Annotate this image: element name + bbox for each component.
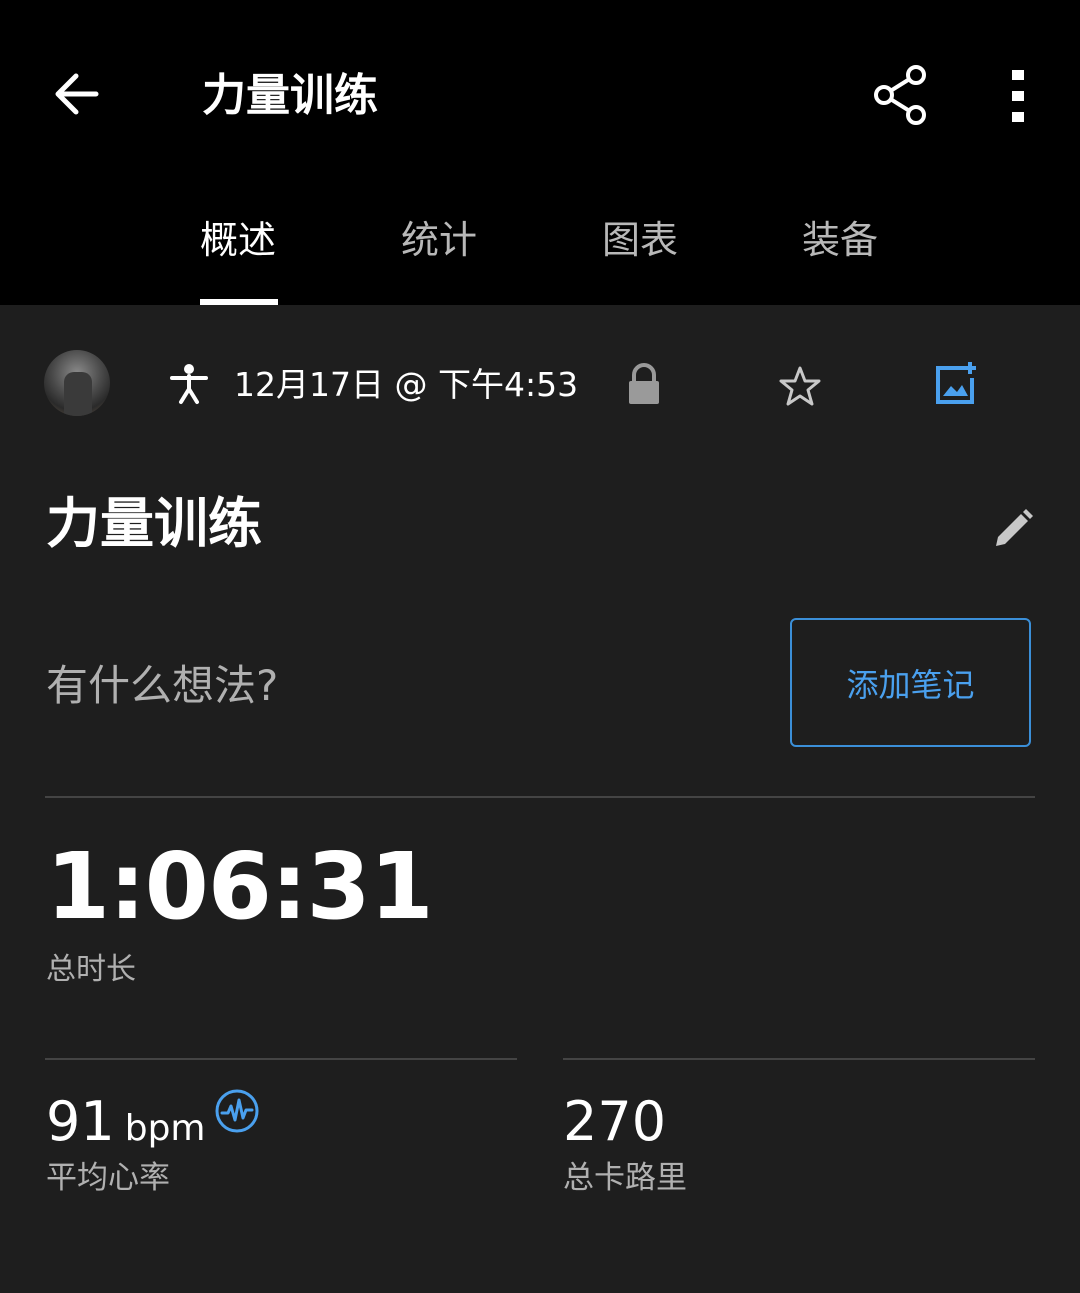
back-button[interactable] bbox=[48, 64, 108, 124]
avg-heart-rate-unit: bpm bbox=[124, 1108, 206, 1149]
star-outline-icon[interactable] bbox=[778, 364, 822, 408]
tab-overview[interactable]: 概述 bbox=[200, 210, 276, 270]
calories-label: 总卡路里 bbox=[563, 1160, 687, 1196]
app-header: 力量训练 概述 统计 图表 装备 bbox=[0, 0, 1080, 305]
tab-gear[interactable]: 装备 bbox=[802, 210, 878, 270]
heart-rate-icon[interactable] bbox=[214, 1088, 260, 1134]
activity-datetime: 12月17日 @ 下午4:53 bbox=[234, 365, 579, 404]
avg-heart-rate-label: 平均心率 bbox=[46, 1160, 170, 1196]
tab-charts[interactable]: 图表 bbox=[602, 210, 678, 270]
strength-training-icon bbox=[168, 362, 210, 406]
notes-prompt[interactable]: 有什么想法? bbox=[46, 656, 278, 716]
divider bbox=[45, 796, 1035, 798]
share-button[interactable] bbox=[870, 62, 932, 128]
duration-value: 1:06:31 bbox=[46, 833, 434, 940]
avatar[interactable] bbox=[44, 350, 110, 416]
page-title: 力量训练 bbox=[202, 70, 378, 121]
more-vertical-icon bbox=[1012, 70, 1024, 122]
workout-title: 力量训练 bbox=[46, 492, 262, 555]
avg-heart-rate-number: 91 bbox=[46, 1090, 115, 1153]
tab-stats[interactable]: 统计 bbox=[401, 210, 477, 270]
avg-heart-rate-value: 91 bpm bbox=[46, 1090, 206, 1161]
duration-label: 总时长 bbox=[46, 952, 136, 987]
share-icon bbox=[874, 65, 926, 125]
pencil-icon[interactable] bbox=[990, 506, 1036, 552]
more-options-button[interactable] bbox=[998, 64, 1038, 128]
add-photo-icon[interactable] bbox=[934, 360, 980, 406]
lock-icon[interactable] bbox=[624, 362, 664, 406]
add-note-button[interactable]: 添加笔记 bbox=[790, 618, 1031, 747]
arrow-left-icon bbox=[55, 73, 99, 115]
divider bbox=[563, 1058, 1035, 1060]
calories-value: 270 bbox=[563, 1090, 667, 1153]
divider bbox=[45, 1058, 517, 1060]
active-tab-indicator bbox=[200, 299, 278, 305]
